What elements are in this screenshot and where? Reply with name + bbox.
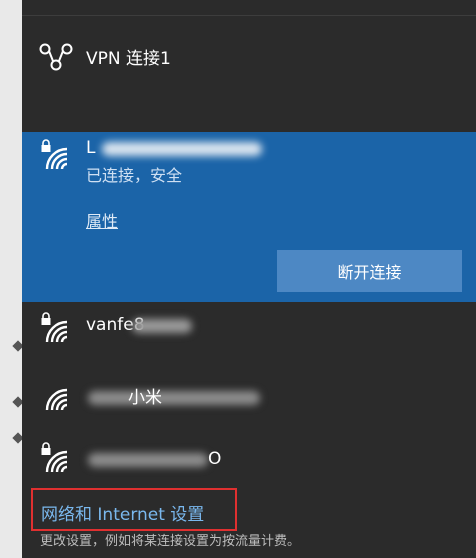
network-ssid: L [86,138,96,158]
network-list-item[interactable]: vanfe8 [22,305,476,371]
vpn-connection-item[interactable]: VPN 连接1 [22,30,476,86]
network-ssid: O [208,449,222,469]
wifi-icon [45,450,68,473]
redacted-ssid [132,319,192,333]
wifi-icon [45,320,68,343]
connection-status: 已连接，安全 [86,166,183,185]
background-window-strip [0,0,24,558]
vpn-label: VPN 连接1 [86,49,171,69]
disconnect-button[interactable]: 断开连接 [277,250,462,292]
network-ssid: 小米 [128,388,162,408]
network-list-item[interactable]: 小米 [22,375,476,441]
wifi-icon [45,147,68,170]
redacted-ssid [102,142,262,156]
settings-description: 更改设置，例如将某连接设置为按流量计费。 [40,534,301,549]
connected-network-item[interactable]: L 已连接，安全 属性 断开连接 [22,132,476,302]
wifi-icon [45,388,68,411]
divider [22,15,476,16]
network-internet-settings-link[interactable]: 网络和 Internet 设置 [41,500,204,525]
settings-highlight-box: 网络和 Internet 设置 [31,488,237,531]
redacted-ssid [88,391,260,405]
properties-link[interactable]: 属性 [86,208,118,232]
redacted-ssid [88,453,208,467]
vpn-icon [39,43,73,71]
